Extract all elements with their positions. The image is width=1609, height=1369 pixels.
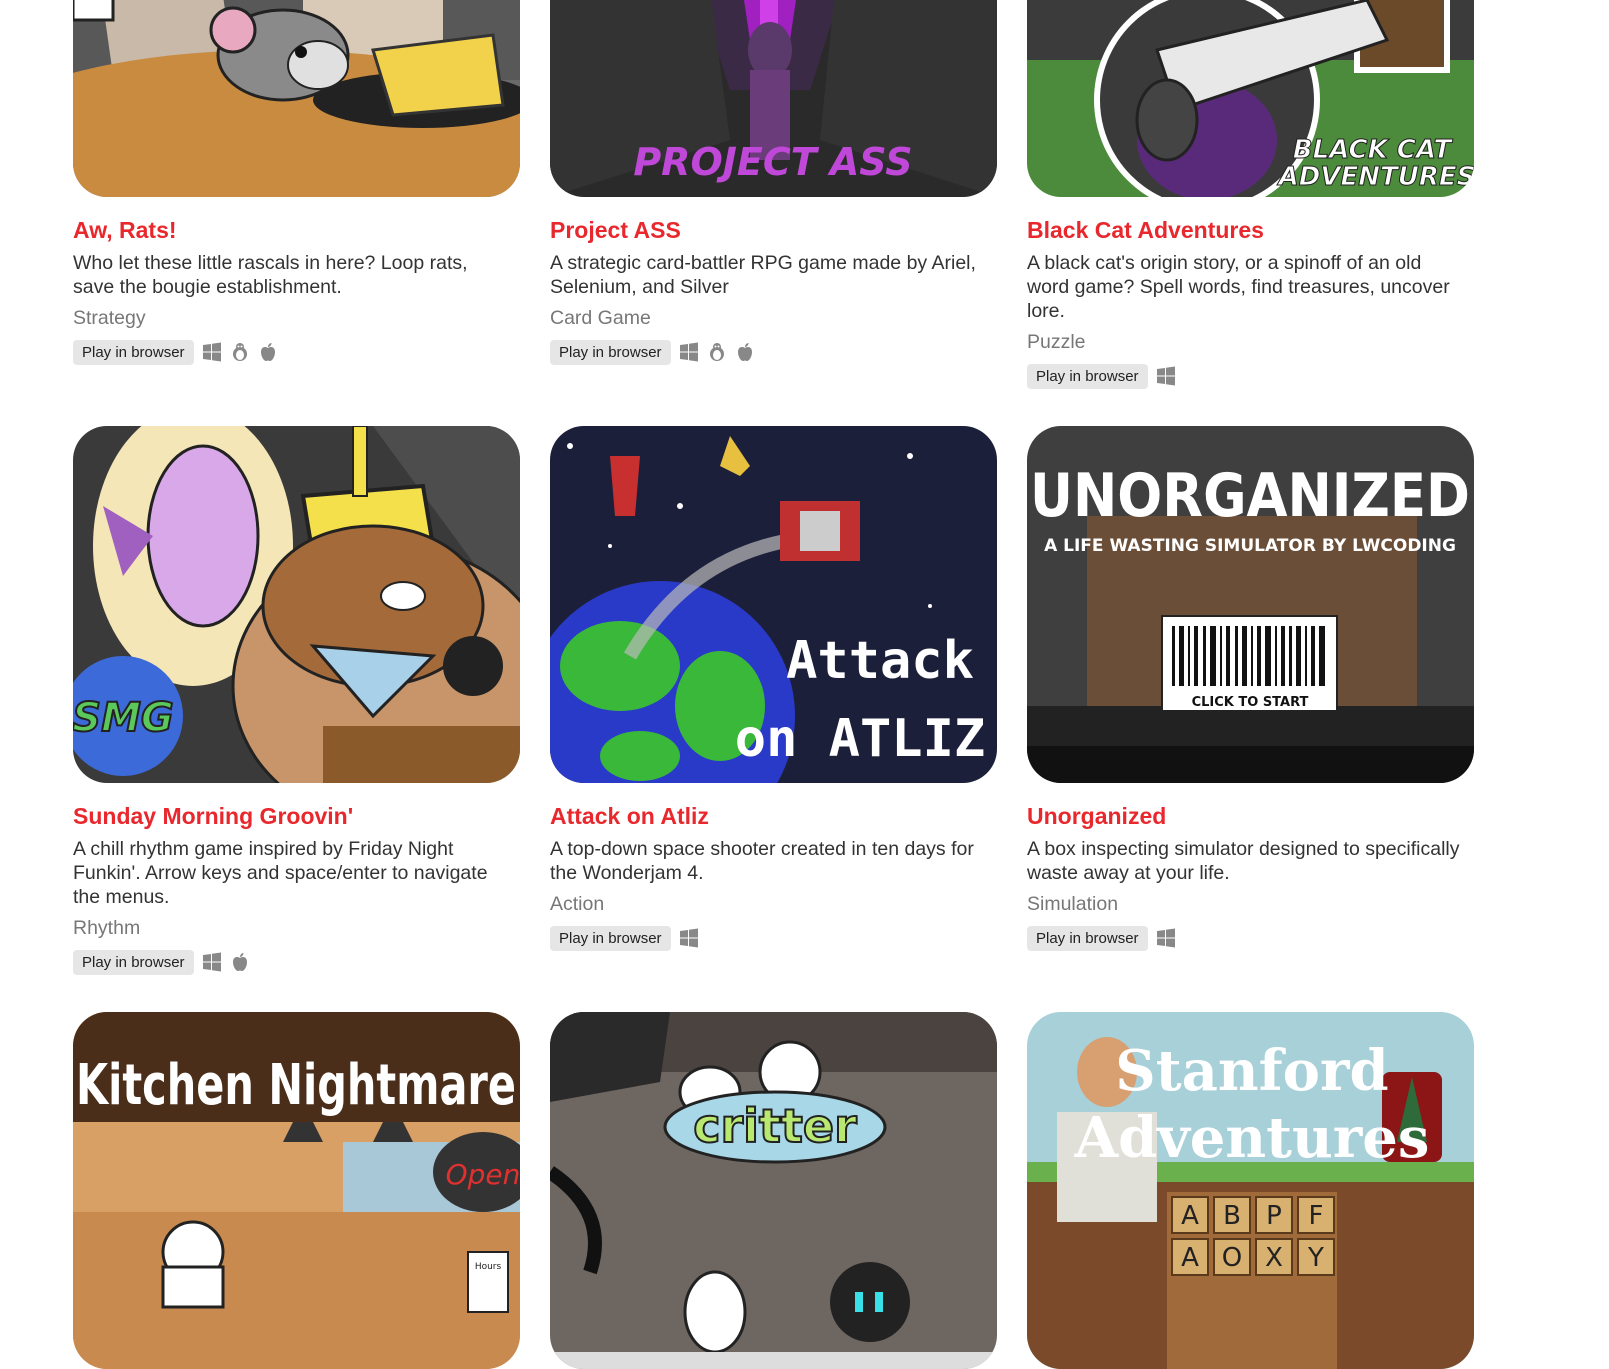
game-thumbnail[interactable] — [73, 0, 520, 197]
thumbnail-art-atliz: Attack on ATLIZ — [550, 426, 997, 783]
platform-row: Play in browser — [73, 339, 520, 365]
game-genre: Strategy — [73, 307, 146, 329]
thumbnail-art-smg: SMG — [73, 426, 520, 783]
thumbnail-art-stanford: A B P F A O X Y Stanford Adventures — [1027, 1012, 1474, 1369]
unorg-subtitle: A LIFE WASTING SIMULATOR BY LWCODING — [1044, 536, 1456, 556]
svg-text:O: O — [1222, 1243, 1242, 1273]
apple-icon — [260, 343, 275, 361]
unorg-logo-text: UNORGANIZED — [1030, 461, 1470, 531]
game-thumbnail[interactable]: BLACK CAT ADVENTURES — [1027, 0, 1474, 197]
svg-text:A: A — [1181, 1243, 1199, 1273]
blackcat-logo-line1: BLACK CAT — [1293, 135, 1454, 165]
thumbnail-art-unorg: CLICK TO START UNORGANIZED A LIFE WASTIN… — [1027, 426, 1474, 783]
atliz-logo-line2: on ATLIZ — [735, 709, 985, 769]
game-thumbnail[interactable]: SMG — [73, 426, 520, 783]
play-in-browser-badge: Play in browser — [550, 339, 671, 365]
windows-icon — [679, 342, 698, 362]
game-description: A top-down space shooter created in ten … — [550, 838, 974, 884]
project-logo-text: PROJECT ASS — [633, 140, 912, 184]
platform-row: Play in browser — [550, 339, 997, 365]
platform-row: Play in browser — [1027, 925, 1474, 951]
critter-logo-text: critter — [693, 1099, 857, 1153]
game-thumbnail[interactable]: A B P F A O X Y Stanford Adventures — [1027, 1012, 1474, 1369]
game-description: A strategic card-battler RPG game made b… — [550, 252, 976, 298]
svg-text:B: B — [1223, 1201, 1241, 1231]
smg-logo-text: SMG — [73, 695, 174, 741]
linux-icon — [709, 343, 724, 361]
platform-row: Play in browser — [1027, 363, 1474, 389]
game-title[interactable]: Attack on Atliz — [550, 803, 709, 829]
play-in-browser-badge: Play in browser — [550, 925, 671, 951]
svg-text:X: X — [1265, 1243, 1283, 1273]
windows-icon — [1156, 928, 1175, 948]
thumbnail-art-kitchen: Open Hours Kitchen Nightmare — [73, 1012, 520, 1369]
game-card: critter — [550, 1012, 997, 1369]
platform-row: Play in browser — [73, 949, 520, 975]
game-description: A box inspecting simulator designed to s… — [1027, 838, 1460, 884]
game-description: Who let these little rascals in here? Lo… — [73, 252, 468, 298]
play-in-browser-badge: Play in browser — [1027, 363, 1148, 389]
windows-icon — [1156, 366, 1175, 386]
game-thumbnail[interactable]: CLICK TO START UNORGANIZED A LIFE WASTIN… — [1027, 426, 1474, 783]
stanford-logo-line2: Adventures — [1074, 1105, 1430, 1171]
click-to-start-text: CLICK TO START — [1192, 695, 1309, 710]
game-card: PROJECT ASS Project ASS A strategic card… — [550, 0, 997, 389]
game-card: BLACK CAT ADVENTURES Black Cat Adventure… — [1027, 0, 1474, 389]
game-card: Aw, Rats! Who let these little rascals i… — [73, 0, 520, 389]
game-title[interactable]: Black Cat Adventures — [1027, 217, 1264, 243]
kitchen-logo-text: Kitchen Nightmare — [76, 1053, 516, 1118]
apple-icon — [737, 343, 752, 361]
game-card: Open Hours Kitchen Nightmare — [73, 1012, 520, 1369]
game-card: Attack on ATLIZ Attack on Atliz A top-do… — [550, 426, 997, 975]
thumbnail-art-rats — [73, 0, 520, 197]
thumbnail-art-critter: critter — [550, 1012, 997, 1369]
blackcat-logo-line2: ADVENTURES — [1277, 162, 1474, 192]
hours-sign-text: Hours — [475, 1262, 502, 1272]
svg-text:A: A — [1181, 1201, 1199, 1231]
thumbnail-art-blackcat: BLACK CAT ADVENTURES — [1027, 0, 1474, 197]
windows-icon — [202, 342, 221, 362]
game-thumbnail[interactable]: critter — [550, 1012, 997, 1369]
svg-text:F: F — [1309, 1201, 1324, 1231]
windows-icon — [679, 928, 698, 948]
play-in-browser-badge: Play in browser — [73, 949, 194, 975]
game-title[interactable]: Project ASS — [550, 217, 681, 243]
atliz-logo-line1: Attack — [786, 631, 974, 691]
thumbnail-art-project: PROJECT ASS — [550, 0, 997, 197]
windows-icon — [202, 952, 221, 972]
game-genre: Simulation — [1027, 893, 1119, 915]
game-grid: Aw, Rats! Who let these little rascals i… — [73, 0, 1515, 1369]
game-title[interactable]: Aw, Rats! — [73, 217, 177, 243]
play-in-browser-badge: Play in browser — [73, 339, 194, 365]
play-in-browser-badge: Play in browser — [1027, 925, 1148, 951]
svg-text:P: P — [1266, 1201, 1282, 1231]
svg-text:Y: Y — [1307, 1243, 1324, 1273]
game-title[interactable]: Unorganized — [1027, 803, 1166, 829]
open-sign-text: Open — [446, 1158, 520, 1191]
game-thumbnail[interactable]: PROJECT ASS — [550, 0, 997, 197]
game-genre: Action — [550, 893, 605, 915]
game-description: A black cat's origin story, or a spinoff… — [1027, 252, 1450, 322]
apple-icon — [232, 953, 247, 971]
game-card: SMG Sunday Morning Groovin' A chill rhyt… — [73, 426, 520, 975]
stanford-logo-line1: Stanford — [1115, 1038, 1388, 1104]
game-card: CLICK TO START UNORGANIZED A LIFE WASTIN… — [1027, 426, 1474, 975]
game-thumbnail[interactable]: Open Hours Kitchen Nightmare — [73, 1012, 520, 1369]
game-thumbnail[interactable]: Attack on ATLIZ — [550, 426, 997, 783]
game-description: A chill rhythm game inspired by Friday N… — [73, 838, 488, 908]
game-genre: Card Game — [550, 307, 651, 329]
platform-row: Play in browser — [550, 925, 997, 951]
game-title[interactable]: Sunday Morning Groovin' — [73, 803, 353, 829]
game-genre: Rhythm — [73, 917, 141, 939]
game-genre: Puzzle — [1027, 331, 1086, 353]
linux-icon — [232, 343, 247, 361]
game-card: A B P F A O X Y Stanford Adventures — [1027, 1012, 1474, 1369]
